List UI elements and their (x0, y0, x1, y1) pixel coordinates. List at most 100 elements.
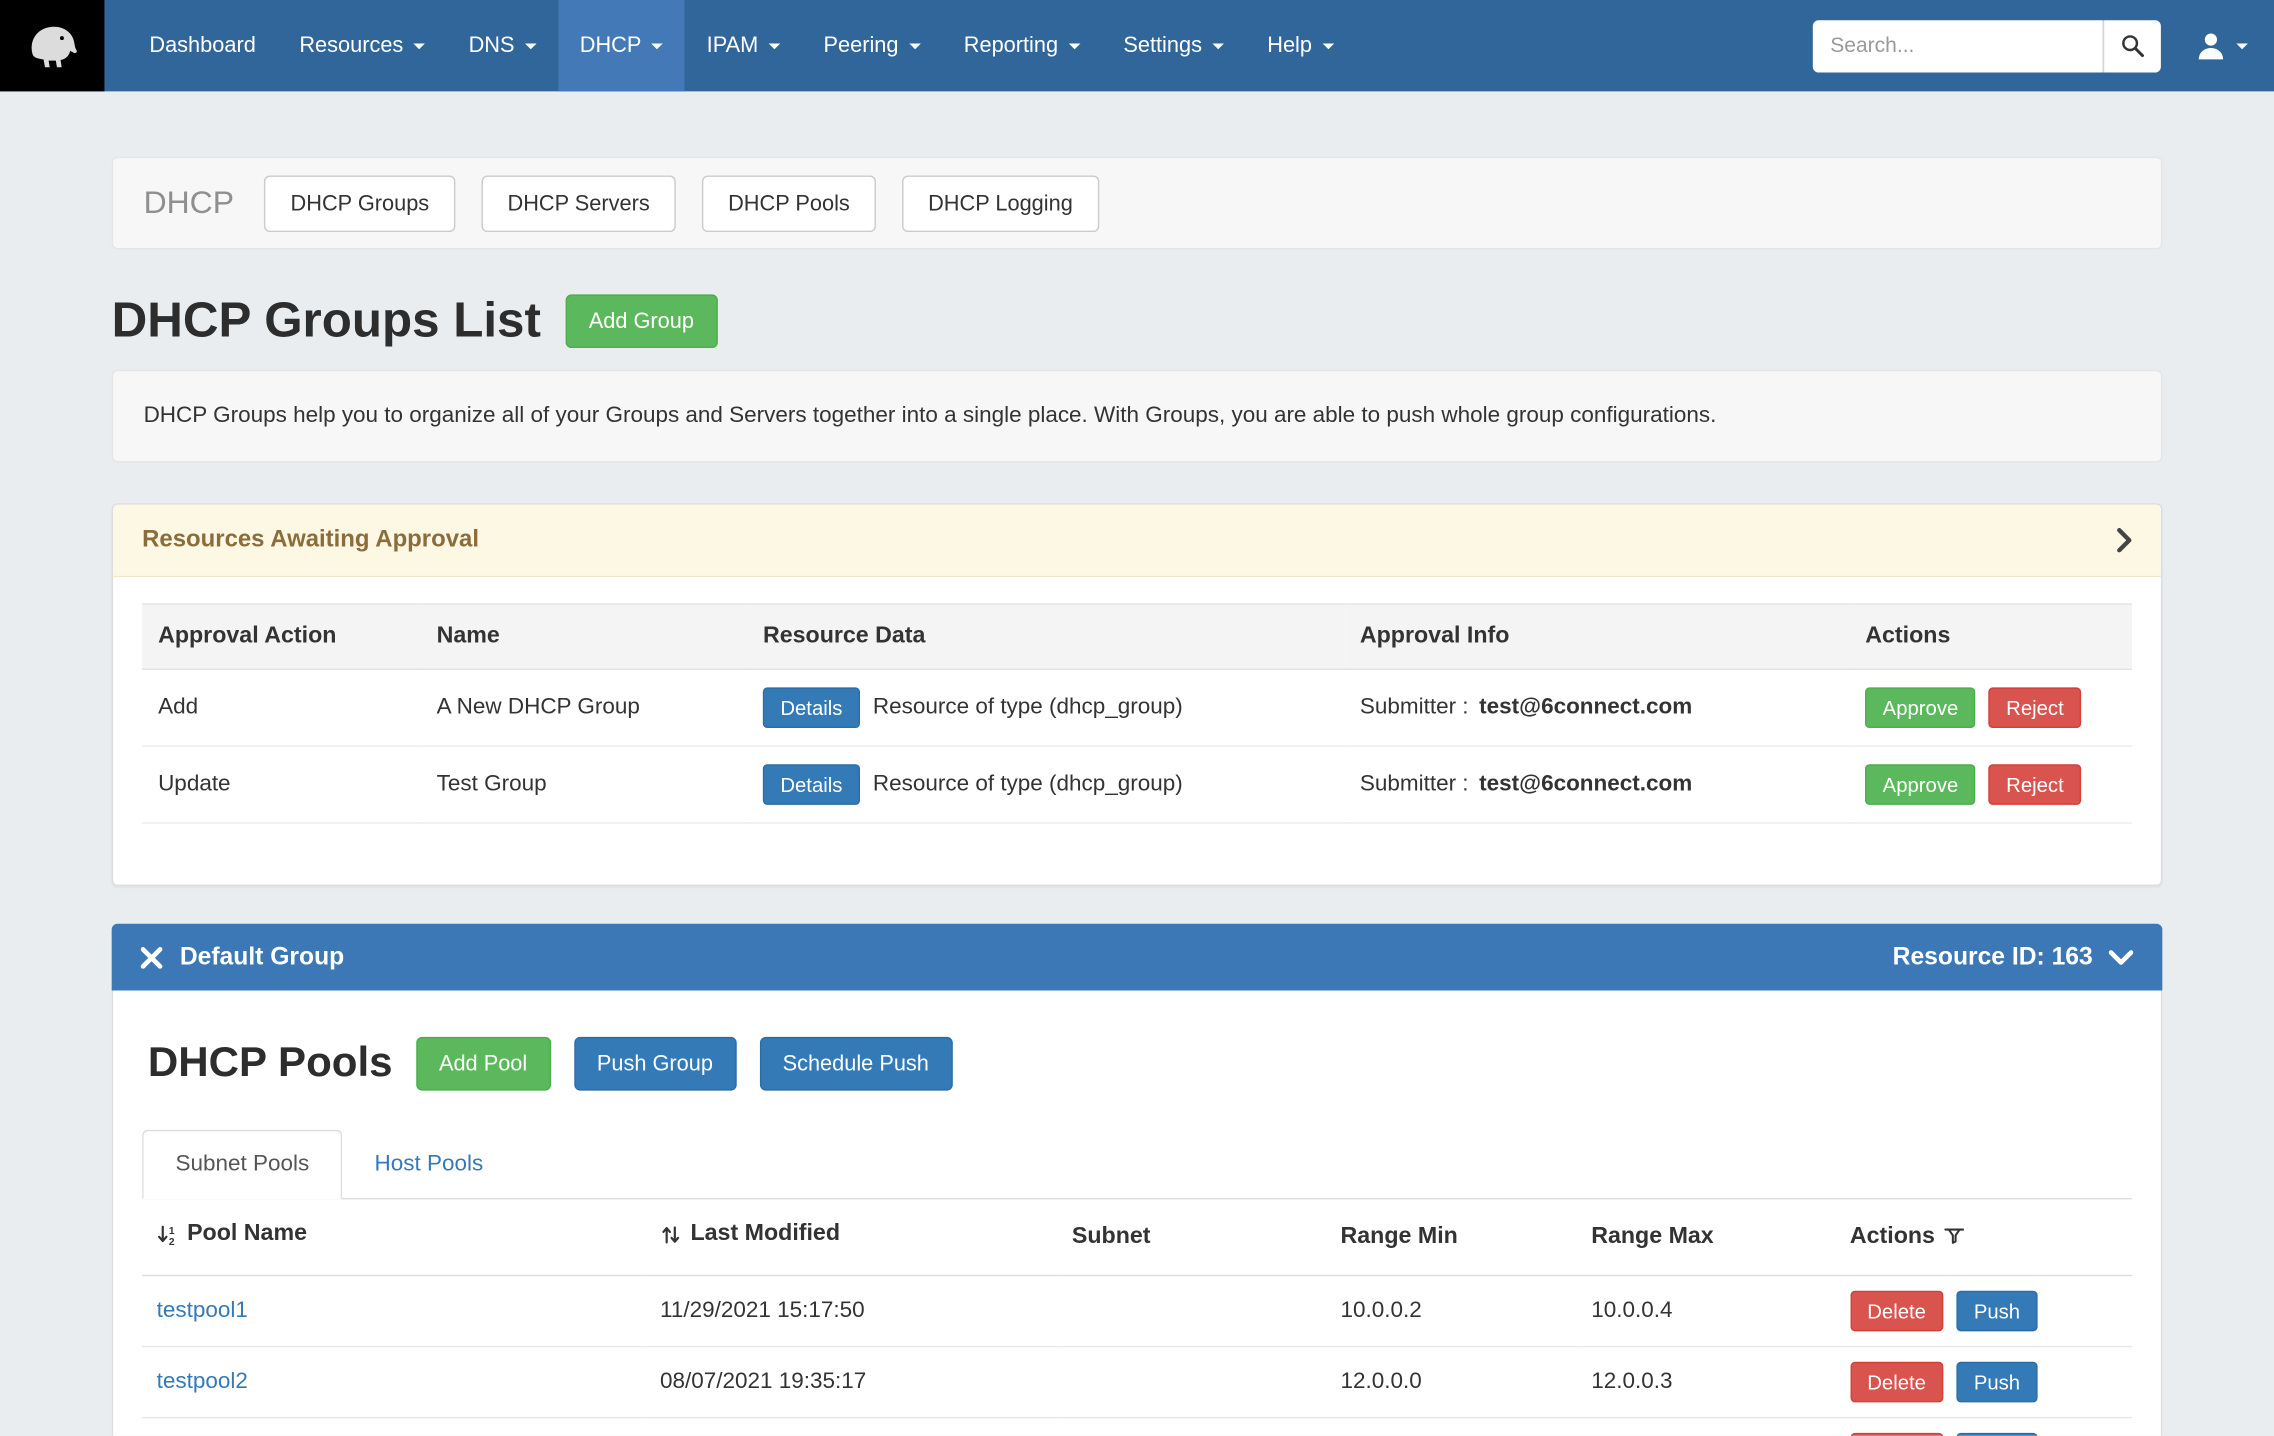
nav-label: DNS (469, 33, 515, 58)
col-resource-data: Resource Data (747, 604, 1344, 669)
chevron-down-icon[interactable] (2109, 949, 2134, 965)
subnav-label: DHCP (144, 184, 234, 222)
col-last-modified[interactable]: Last Modified (646, 1199, 1058, 1274)
pool-name-cell: testpool1 (142, 1275, 645, 1346)
dhcp-groups-button[interactable]: DHCP Groups (264, 175, 455, 232)
sort-icon (660, 1223, 682, 1245)
nav-label: Resources (299, 33, 403, 58)
top-navbar: Dashboard Resources DNS DHCP IPAM Peerin… (0, 0, 2274, 91)
nav-item-dns[interactable]: DNS (447, 0, 558, 91)
nav-item-resources[interactable]: Resources (278, 0, 447, 91)
default-group-body: DHCP Pools Add Pool Push Group Schedule … (112, 991, 2163, 1436)
search-button[interactable] (2103, 20, 2161, 72)
push-group-button[interactable]: Push Group (574, 1037, 736, 1091)
delete-button[interactable]: Delete (1850, 1361, 1943, 1402)
chevron-right-icon[interactable] (2116, 528, 2132, 553)
pool-row-clipped: Delete Push (142, 1417, 2132, 1436)
brand-logo[interactable] (0, 0, 104, 91)
col-actions: Actions (1849, 604, 2132, 669)
chevron-down-icon (652, 43, 664, 49)
subnet-cell (1057, 1417, 1326, 1436)
col-approval-info: Approval Info (1344, 604, 1849, 669)
delete-button[interactable]: Delete (1850, 1432, 1943, 1436)
pool-link[interactable]: testpool1 (157, 1297, 248, 1322)
pool-row: testpool2 08/07/2021 19:35:17 12.0.0.0 1… (142, 1346, 2132, 1417)
nav-item-reporting[interactable]: Reporting (942, 0, 1102, 91)
range-min-cell: 12.0.0.0 (1326, 1346, 1577, 1417)
nav-item-dashboard[interactable]: Dashboard (128, 0, 278, 91)
dhcp-logging-button[interactable]: DHCP Logging (902, 175, 1099, 232)
push-button[interactable]: Push (1956, 1432, 2037, 1436)
push-button[interactable]: Push (1956, 1361, 2037, 1402)
mammoth-logo-icon (19, 12, 86, 79)
pools-tabs: Subnet Pools Host Pools (142, 1130, 2132, 1200)
nav-label: Settings (1123, 33, 1202, 58)
approval-table: Approval Action Name Resource Data Appro… (142, 603, 2132, 823)
approval-panel-header[interactable]: Resources Awaiting Approval (113, 505, 2161, 578)
approval-resource-cell: Details Resource of type (dhcp_group) (747, 746, 1344, 823)
last-modified-cell: 08/07/2021 19:35:17 (646, 1346, 1058, 1417)
default-group-panel: Default Group Resource ID: 163 DHCP Pool… (112, 924, 2163, 1436)
approval-actions-cell: Approve Reject (1849, 746, 2132, 823)
approval-panel-title: Resources Awaiting Approval (142, 526, 479, 554)
chevron-down-icon (1322, 43, 1334, 49)
filter-icon[interactable] (1944, 1226, 1966, 1248)
last-modified-cell: 11/29/2021 15:17:50 (646, 1275, 1058, 1346)
details-button[interactable]: Details (763, 764, 860, 805)
tab-subnet-pools[interactable]: Subnet Pools (142, 1130, 342, 1200)
default-group-header[interactable]: Default Group Resource ID: 163 (112, 924, 2163, 991)
user-icon (2196, 30, 2226, 60)
dhcp-servers-button[interactable]: DHCP Servers (481, 175, 675, 232)
user-menu[interactable] (2181, 0, 2274, 91)
approval-name-cell: A New DHCP Group (421, 669, 747, 746)
col-pool-name[interactable]: 1 2 Pool Name (142, 1199, 645, 1274)
nav-label: Peering (824, 33, 899, 58)
search-icon (2120, 33, 2145, 58)
approve-button[interactable]: Approve (1865, 687, 1975, 728)
nav-item-help[interactable]: Help (1245, 0, 1355, 91)
reject-button[interactable]: Reject (1989, 764, 2081, 805)
submitter-email: test@6connect.com (1479, 695, 1692, 720)
group-title: Default Group (180, 943, 344, 972)
submitter-email: test@6connect.com (1479, 772, 1692, 797)
resource-type-text: Resource of type (dhcp_group) (873, 772, 1183, 798)
schedule-push-button[interactable]: Schedule Push (759, 1037, 952, 1091)
range-max-cell: 10.0.0.4 (1577, 1275, 1836, 1346)
pool-row: testpool1 11/29/2021 15:17:50 10.0.0.2 1… (142, 1275, 2132, 1346)
dhcp-pools-button[interactable]: DHCP Pools (702, 175, 876, 232)
pool-actions-cell: Delete Push (1835, 1417, 2132, 1436)
delete-button[interactable]: Delete (1850, 1290, 1943, 1331)
approval-header-row: Approval Action Name Resource Data Appro… (142, 604, 2132, 669)
approval-panel: Resources Awaiting Approval Approval Act… (112, 503, 2163, 886)
approval-name-cell: Test Group (421, 746, 747, 823)
col-label: Actions (1850, 1224, 1935, 1250)
search-input[interactable] (1813, 20, 2103, 72)
details-button[interactable]: Details (763, 687, 860, 728)
add-group-button[interactable]: Add Group (566, 294, 718, 348)
nav-item-dhcp[interactable]: DHCP (558, 0, 685, 91)
reject-button[interactable]: Reject (1989, 687, 2081, 728)
nav-spacer (1355, 0, 1812, 91)
pools-table: 1 2 Pool Name (142, 1199, 2132, 1435)
chevron-down-icon (768, 43, 780, 49)
chevron-down-icon (1068, 43, 1080, 49)
nav-item-ipam[interactable]: IPAM (685, 0, 802, 91)
title-row: DHCP Groups List Add Group (112, 293, 2163, 350)
chevron-down-icon (909, 43, 921, 49)
add-pool-button[interactable]: Add Pool (416, 1037, 551, 1091)
range-min-cell: 10.0.0.2 (1326, 1275, 1577, 1346)
push-button[interactable]: Push (1956, 1290, 2037, 1331)
tab-host-pools[interactable]: Host Pools (343, 1131, 516, 1198)
close-icon[interactable] (141, 946, 163, 968)
pool-link[interactable]: testpool2 (157, 1368, 248, 1393)
approval-panel-body: Approval Action Name Resource Data Appro… (113, 577, 2161, 884)
description-box: DHCP Groups help you to organize all of … (112, 370, 2163, 463)
approval-row: Update Test Group Details Resource of ty… (142, 746, 2132, 823)
nav-item-peering[interactable]: Peering (802, 0, 942, 91)
col-name: Name (421, 604, 747, 669)
resource-id-label: Resource ID: 163 (1893, 943, 2093, 972)
approve-button[interactable]: Approve (1865, 764, 1975, 805)
pools-title: DHCP Pools (148, 1040, 393, 1088)
approval-action-cell: Add (142, 669, 421, 746)
nav-item-settings[interactable]: Settings (1102, 0, 1246, 91)
